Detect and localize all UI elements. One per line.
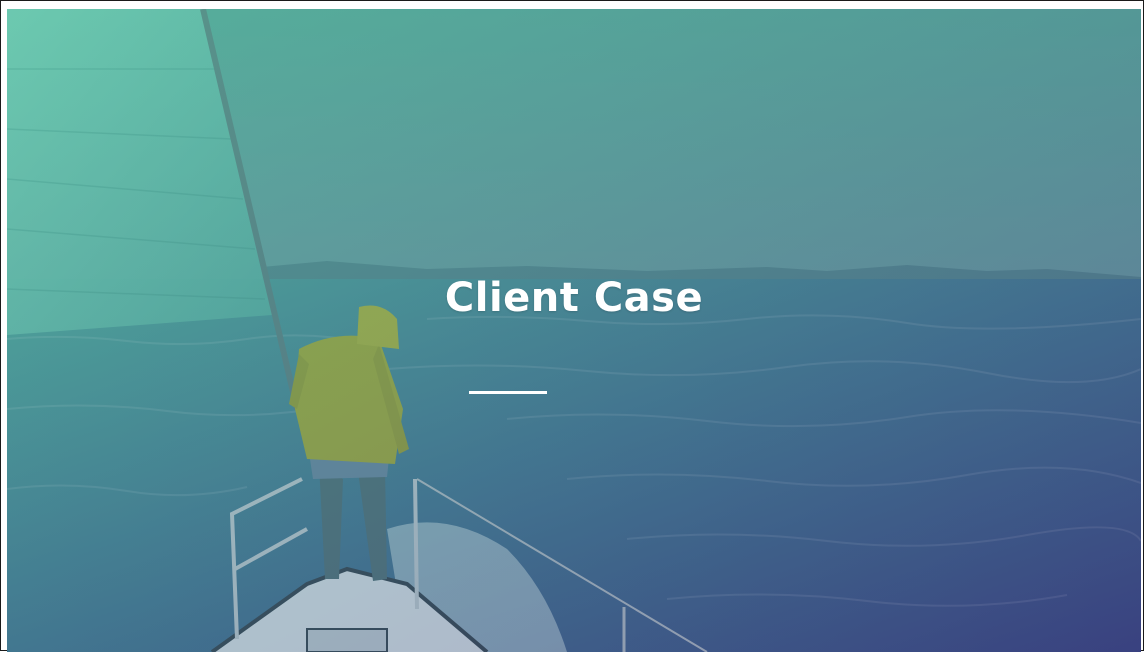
slide-frame: Client Case (0, 0, 1144, 652)
title-slide: Client Case (7, 9, 1141, 652)
slide-title: Client Case (444, 275, 704, 321)
color-overlay (7, 9, 1141, 652)
background-photo (7, 9, 1141, 652)
title-divider (469, 391, 547, 394)
